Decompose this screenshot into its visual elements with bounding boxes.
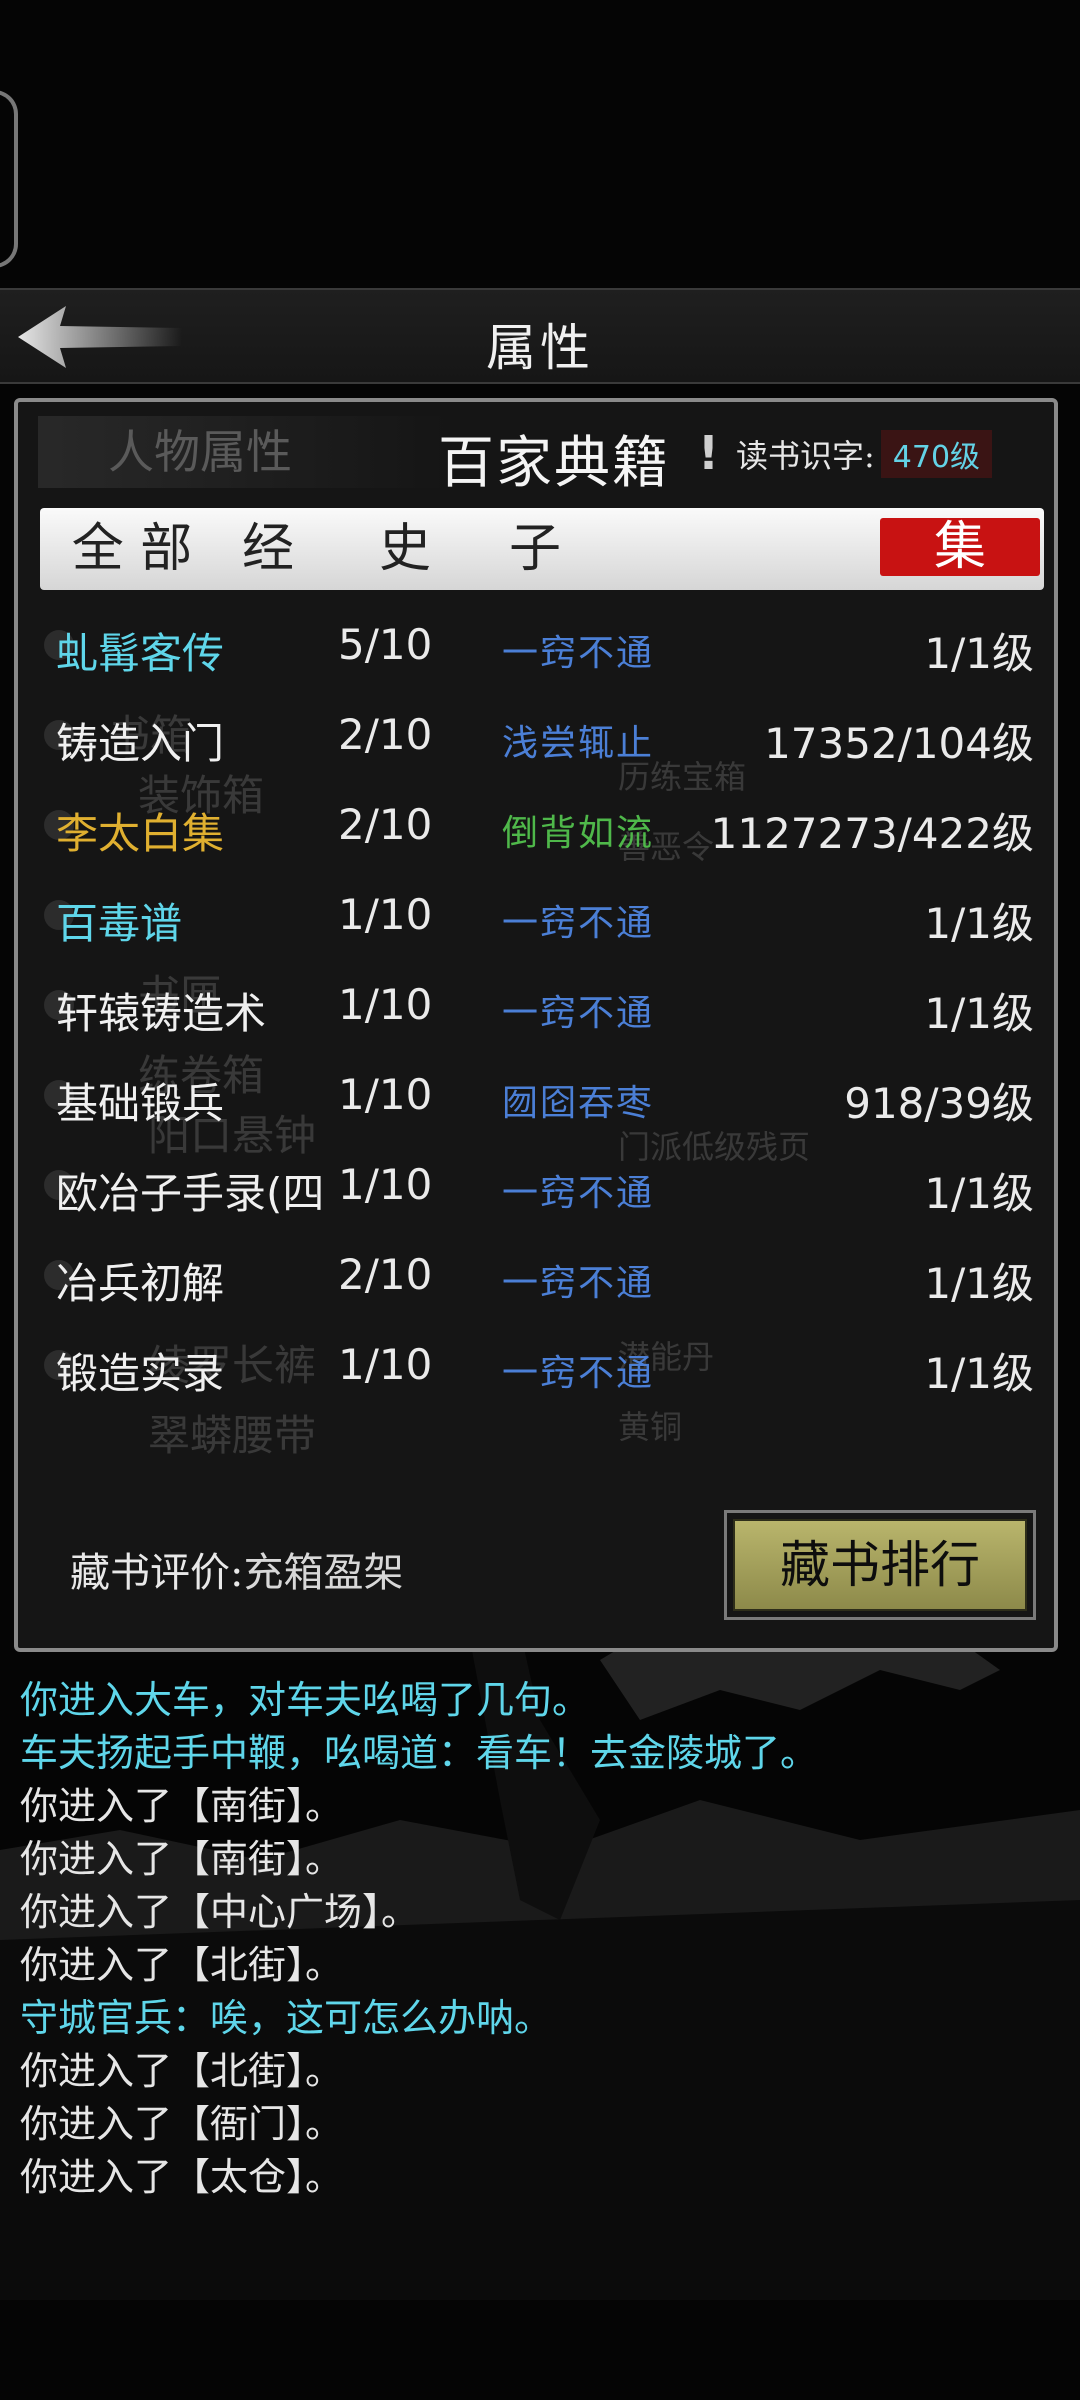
book-name: 锻造实录 (56, 1349, 225, 1398)
book-row[interactable]: 李太白集 2/10 倒背如流 1127273/422级 (18, 782, 1054, 872)
book-exp: 17352/104级 (764, 719, 1034, 768)
book-row[interactable]: 虬髯客传 5/10 一窍不通 1/1级 (18, 602, 1054, 692)
book-mastery: 囫囵吞枣 (502, 1083, 655, 1124)
book-row[interactable]: 锻造实录 1/10 一窍不通 1/1级 (18, 1322, 1054, 1412)
top-left-frame (0, 90, 18, 268)
rating-value: 充箱盈架 (243, 1550, 404, 1596)
book-exp: 1/1级 (924, 1169, 1034, 1218)
books-panel: 书箱 装饰箱 书匣 练卷箱 阳口悬钟 绫罗长裤 翠蟒腰带 历练宝箱 善恶令 门派… (14, 398, 1058, 1652)
book-name: 虬髯客传 (56, 629, 225, 678)
reading-skill-label: 读书识字: (736, 437, 875, 475)
book-row[interactable]: 轩辕铸造术 1/10 一窍不通 1/1级 (18, 962, 1054, 1052)
tab-ji[interactable]: 集 (880, 518, 1040, 576)
book-progress: 1/10 (338, 1070, 433, 1119)
page-title: 属性 (486, 319, 594, 377)
panel-title: 百家典籍 (438, 431, 670, 496)
book-progress: 5/10 (338, 620, 433, 669)
book-name: 百毒谱 (56, 899, 183, 948)
info-icon[interactable]: ! (698, 426, 719, 480)
book-progress: 2/10 (338, 1250, 433, 1299)
book-exp: 1/1级 (924, 1349, 1034, 1398)
tab-all[interactable]: 全 部 (62, 508, 202, 590)
book-progress: 2/10 (338, 710, 433, 759)
book-exp: 1/1级 (924, 1259, 1034, 1308)
book-mastery: 一窍不通 (502, 1173, 655, 1214)
reading-skill: 读书识字: 470级 (736, 430, 993, 478)
tab-shi[interactable]: 史 (340, 508, 470, 590)
log-line: 你进入了【衙门】。 (20, 2102, 344, 2146)
book-progress: 1/10 (338, 890, 433, 939)
header-bar: 属性 (0, 288, 1080, 384)
book-row[interactable]: 基础锻兵 1/10 囫囵吞枣 918/39级 (18, 1052, 1054, 1142)
log-line: 你进入大车，对车夫吆喝了几句。 (20, 1678, 591, 1722)
book-mastery: 一窍不通 (502, 993, 655, 1034)
book-name: 轩辕铸造术 (56, 989, 267, 1038)
log-line: 你进入了【南街】。 (20, 1837, 344, 1881)
book-name: 基础锻兵 (56, 1079, 225, 1128)
panel-top-row: 人物属性 百家典籍 ! 读书识字: 470级 (38, 410, 1038, 496)
book-mastery: 一窍不通 (502, 633, 655, 674)
reading-skill-value: 470级 (880, 430, 993, 478)
book-name: 铸造入门 (56, 719, 225, 768)
collection-rating: 藏书评价:充箱盈架 (70, 1540, 403, 1598)
book-row[interactable]: 冶兵初解 2/10 一窍不通 1/1级 (18, 1232, 1054, 1322)
book-exp: 1/1级 (924, 629, 1034, 678)
log-line: 你进入了【南街】。 (20, 1784, 344, 1828)
book-progress: 2/10 (338, 800, 433, 849)
book-exp: 1127273/422级 (710, 809, 1034, 858)
book-progress: 1/10 (338, 1160, 433, 1209)
book-row[interactable]: 铸造入门 2/10 浅尝辄止 17352/104级 (18, 692, 1054, 782)
tab-zi[interactable]: 子 (470, 508, 600, 590)
book-name: 欧冶子手录(四 (56, 1169, 325, 1218)
book-progress: 1/10 (338, 980, 433, 1029)
book-progress: 1/10 (338, 1340, 433, 1389)
book-row[interactable]: 百毒谱 1/10 一窍不通 1/1级 (18, 872, 1054, 962)
book-mastery: 一窍不通 (502, 1263, 655, 1304)
book-exp: 1/1级 (924, 989, 1034, 1038)
log-line: 车夫扬起手中鞭，吆喝道：看车！去金陵城了。 (20, 1731, 819, 1775)
tab-character-attributes[interactable]: 人物属性 (38, 416, 448, 488)
book-mastery: 浅尝辄止 (502, 723, 655, 764)
log-line: 你进入了【中心广场】。 (20, 1890, 420, 1934)
log-line: 你进入了【北街】。 (20, 1943, 344, 1987)
rating-label: 藏书评价: (70, 1550, 244, 1596)
log-line: 守城官兵：唉，这可怎么办呐。 (20, 1996, 553, 2040)
book-row[interactable]: 欧冶子手录(四 1/10 一窍不通 1/1级 (18, 1142, 1054, 1232)
log-line: 你进入了【太仓】。 (20, 2155, 344, 2199)
book-exp: 1/1级 (924, 899, 1034, 948)
book-name: 李太白集 (56, 809, 225, 858)
log-line: 你进入了【北街】。 (20, 2049, 344, 2093)
message-log: 你进入大车，对车夫吆喝了几句。车夫扬起手中鞭，吆喝道：看车！去金陵城了。 你进入了… (20, 1674, 1070, 2204)
tab-jing[interactable]: 经 (208, 508, 328, 590)
category-tabs: 全 部 经 史 子 集 (40, 508, 1044, 590)
collection-ranking-button[interactable]: 藏书排行 (724, 1510, 1036, 1620)
book-mastery: 一窍不通 (502, 903, 655, 944)
book-name: 冶兵初解 (56, 1259, 225, 1308)
book-mastery: 一窍不通 (502, 1353, 655, 1394)
book-mastery: 倒背如流 (502, 813, 655, 854)
collection-ranking-label: 藏书排行 (733, 1519, 1027, 1611)
book-exp: 918/39级 (844, 1079, 1034, 1128)
